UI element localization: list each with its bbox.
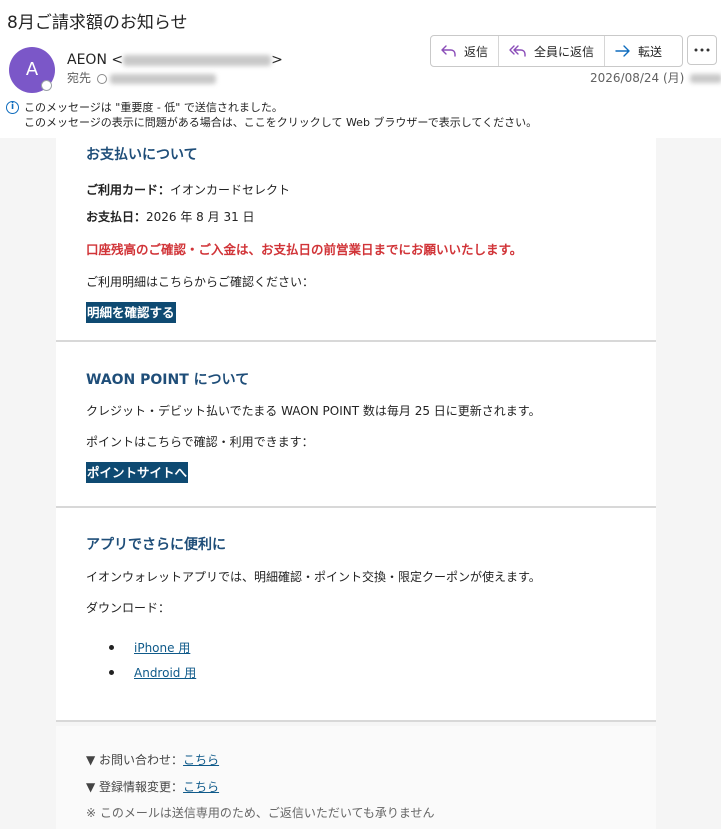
more-actions-button[interactable] bbox=[687, 35, 717, 65]
register-row: ▼ 登録情報変更：こちら bbox=[86, 778, 219, 795]
point-site-button[interactable]: ポイントサイトへ bbox=[86, 462, 189, 483]
register-label: ▼ 登録情報変更： bbox=[86, 780, 184, 794]
sender-address-redacted bbox=[123, 54, 272, 66]
time-redacted bbox=[690, 74, 721, 83]
more-icon bbox=[694, 48, 710, 52]
payment-section: お支払いについて ご利用カード：イオンカードセレクト お支払日：2026 年 8… bbox=[56, 138, 656, 340]
sender-name: AEON bbox=[67, 52, 107, 68]
recipient-row: 宛先 bbox=[67, 69, 217, 86]
register-link[interactable]: こちら bbox=[183, 780, 219, 794]
to-label: 宛先 bbox=[67, 71, 92, 85]
waon-text-use: ポイントはこちらで確認・利用できます： bbox=[86, 435, 314, 449]
reply-button[interactable]: 返信 bbox=[431, 36, 500, 66]
card-info: ご利用カード：イオンカードセレクト bbox=[86, 181, 290, 198]
iphone-download-link[interactable]: iPhone 用 bbox=[134, 639, 190, 656]
reply-all-button[interactable]: 全員に返信 bbox=[499, 36, 606, 66]
payment-date-value: 2026 年 8 月 31 日 bbox=[146, 210, 255, 224]
section-divider bbox=[56, 720, 656, 722]
reply-all-icon bbox=[509, 45, 526, 57]
payment-date-label: お支払日： bbox=[86, 210, 147, 224]
download-label: ダウンロード： bbox=[86, 601, 171, 615]
app-title: アプリでさらに便利に bbox=[86, 537, 226, 553]
inquiry-label: ▼ お問い合わせ： bbox=[86, 753, 184, 767]
view-statement-button[interactable]: 明細を確認する bbox=[86, 302, 176, 323]
reply-icon bbox=[441, 45, 456, 57]
payment-date-info: お支払日：2026 年 8 月 31 日 bbox=[86, 208, 255, 225]
inquiry-row: ▼ お問い合わせ：こちら bbox=[86, 751, 219, 768]
footer-section: ▼ お問い合わせ：こちら ▼ 登録情報変更：こちら ※ このメールは送信専用のた… bbox=[56, 726, 656, 829]
payment-warning: 口座残高のご確認・ご入金は、お支払日の前営業日までにお願いいたします。 bbox=[86, 242, 523, 257]
list-bullet bbox=[109, 645, 114, 650]
card-value: イオンカードセレクト bbox=[170, 183, 291, 197]
message-actions: 返信 全員に返信 転送 bbox=[430, 35, 684, 67]
forward-label: 転送 bbox=[638, 44, 663, 59]
app-text: イオンウォレットアプリでは、明細確認・ポイント交換・限定クーポンが使えます。 bbox=[86, 570, 541, 584]
payment-title: お支払いについて bbox=[86, 147, 198, 163]
sender[interactable]: AEON < > bbox=[67, 52, 283, 68]
reply-all-label: 全員に返信 bbox=[534, 44, 595, 59]
email-subject: 8月ご請求額のお知らせ bbox=[7, 13, 188, 33]
info-line-browser[interactable]: このメッセージの表示に問題がある場合は、ここをクリックして Web ブラウザーで… bbox=[24, 115, 537, 130]
info-icon: i bbox=[6, 101, 19, 114]
recipient-address-redacted[interactable] bbox=[110, 73, 217, 84]
forward-button[interactable]: 転送 bbox=[605, 36, 682, 66]
detail-text: ご利用明細はこちらからご確認ください： bbox=[86, 275, 315, 289]
waon-text-update: クレジット・デビット払いでたまる WAON POINT 数は毎月 25 日に更新… bbox=[86, 404, 541, 418]
card-label: ご利用カード： bbox=[86, 183, 171, 197]
info-bar[interactable]: i このメッセージは "重要度 - 低" で送信されました。 このメッセージの表… bbox=[6, 100, 537, 130]
inquiry-link[interactable]: こちら bbox=[183, 753, 219, 767]
android-download-link[interactable]: Android 用 bbox=[134, 664, 196, 681]
list-bullet bbox=[109, 670, 114, 675]
recipient-status-icon bbox=[97, 73, 108, 84]
presence-status-icon bbox=[41, 80, 52, 91]
date-text: 2026/08/24 (月) bbox=[590, 71, 685, 85]
app-section: アプリでさらに便利に イオンウォレットアプリでは、明細確認・ポイント交換・限定ク… bbox=[56, 508, 656, 720]
waon-section: WAON POINT について クレジット・デビット払いでたまる WAON PO… bbox=[56, 342, 656, 506]
waon-title: WAON POINT について bbox=[86, 372, 250, 388]
info-line-importance: このメッセージは "重要度 - 低" で送信されました。 bbox=[24, 101, 283, 114]
no-reply-note: ※ このメールは送信専用のため、ご返信いただいても承りません bbox=[86, 806, 435, 820]
reply-label: 返信 bbox=[464, 44, 489, 59]
forward-icon bbox=[615, 45, 630, 57]
received-date: 2026/08/24 (月) bbox=[590, 69, 721, 86]
